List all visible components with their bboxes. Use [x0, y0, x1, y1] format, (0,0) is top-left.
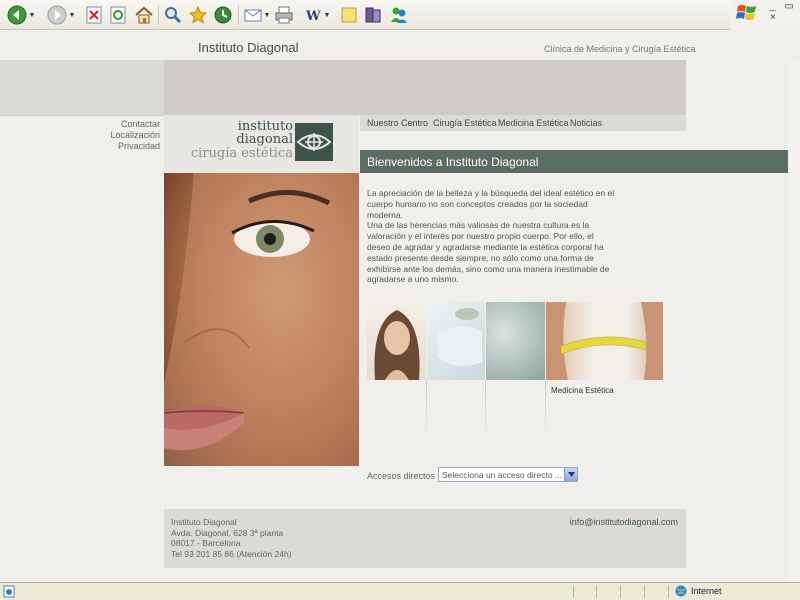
discuss-button[interactable]	[338, 4, 360, 26]
main-nav: Nuestro Centro Cirugía Estética Medicina…	[360, 115, 686, 131]
home-icon	[135, 6, 153, 24]
history-button[interactable]	[212, 4, 234, 26]
footer: Instituto Diagonal Avda. Diagonal, 628 3…	[164, 509, 686, 568]
status-divider	[668, 585, 669, 598]
chevron-down-icon: ▼	[263, 11, 271, 19]
print-icon	[275, 6, 293, 24]
mail-icon	[244, 9, 262, 22]
svg-text:W: W	[305, 9, 321, 23]
thumb-portrait[interactable]	[367, 302, 426, 380]
windows-logo-icon	[736, 5, 756, 20]
footer-email-link[interactable]: info@institutodiagonal.com	[570, 517, 678, 527]
chevron-down-icon: ▼	[28, 11, 36, 19]
logo-line-3: cirugía estética	[190, 146, 293, 161]
section-thumbnails: Medicina Estética	[367, 302, 663, 447]
refresh-button[interactable]	[108, 4, 128, 26]
security-zone-label: Internet	[691, 586, 722, 596]
link-contactar[interactable]: Contactar	[0, 119, 160, 130]
messenger-icon	[391, 7, 407, 23]
chevron-down-icon[interactable]	[564, 468, 577, 481]
footer-line: 08017 - Barcelona	[171, 538, 241, 549]
chevron-down-icon: ▼	[323, 11, 331, 19]
footer-line: Tel 93 201 85 86 (Atención 24h)	[171, 548, 292, 559]
thumb-caption: Medicina Estética	[551, 386, 614, 395]
browser-toolbar: ▼ ▼ ▼ W ▼	[0, 0, 800, 30]
eye-logo-icon	[295, 123, 333, 161]
thumb-clinic[interactable]	[486, 302, 545, 380]
site-tagline: Clínica de Medicina y Cirugía Estética	[544, 44, 696, 54]
forward-icon	[47, 5, 67, 25]
security-zone: Internet	[675, 585, 722, 597]
page-icon	[3, 585, 15, 598]
intro-paragraph-2: Una de las herencias más valiosas de nue…	[367, 220, 610, 285]
logo-line-2: diagonal	[236, 132, 293, 147]
welcome-bar: Bienvenidos a Instituto Diagonal	[360, 150, 789, 173]
web-page: Instituto Diagonal Clínica de Medicina y…	[0, 31, 800, 581]
scrollbar[interactable]	[788, 62, 800, 581]
intro-text: La apreciación de la belleza y la búsque…	[367, 188, 617, 285]
back-icon	[7, 5, 27, 25]
nav-medicina-estetica[interactable]: Medicina Estética	[498, 118, 569, 128]
toolbar-separator	[158, 5, 159, 25]
status-divider	[620, 585, 621, 598]
window-controls[interactable]: _ ▭ ×	[770, 1, 800, 23]
thumb-divider	[485, 380, 486, 445]
research-button[interactable]	[362, 4, 384, 26]
chevron-down-icon: ▼	[68, 11, 76, 19]
thumb-divider	[545, 380, 546, 445]
nav-nuestro-centro[interactable]: Nuestro Centro	[367, 118, 428, 128]
thumb-medicina-estetica[interactable]	[546, 302, 663, 380]
quick-access-select[interactable]: Selecciona un acceso directo ...	[438, 467, 578, 482]
stop-icon	[86, 6, 102, 24]
left-strip	[0, 115, 164, 116]
status-divider	[573, 585, 574, 598]
edit-icon: W	[305, 9, 321, 23]
search-icon	[165, 7, 182, 24]
link-localizacion[interactable]: Localización	[0, 130, 160, 141]
back-button[interactable]: ▼	[6, 4, 36, 26]
favorites-icon	[189, 6, 207, 24]
home-button[interactable]	[132, 4, 156, 26]
research-icon	[365, 7, 381, 23]
site-logo[interactable]: instituto diagonal cirugía estética	[164, 115, 359, 173]
print-button[interactable]	[273, 4, 295, 26]
utility-links: Contactar Localización Privacidad	[0, 119, 160, 152]
window-titlebar-corner: _ ▭ ×	[730, 0, 800, 30]
forward-button[interactable]: ▼	[46, 4, 76, 26]
welcome-title: Bienvenidos a Instituto Diagonal	[367, 155, 539, 169]
nav-cirugia-estetica[interactable]: Cirugía Estética	[433, 118, 497, 128]
site-title: Instituto Diagonal	[198, 40, 299, 55]
refresh-icon	[110, 6, 126, 24]
quick-access-value: Selecciona un acceso directo ...	[442, 470, 563, 480]
intro-paragraph-1: La apreciación de la belleza y la búsque…	[367, 188, 615, 220]
header-band-dark	[164, 60, 686, 115]
discuss-icon	[341, 7, 357, 23]
status-bar: Internet	[0, 582, 800, 600]
hero-face-photo	[164, 173, 359, 466]
link-privacidad[interactable]: Privacidad	[0, 141, 160, 152]
mail-button[interactable]: ▼	[243, 4, 271, 26]
quick-access-label: Accesos directos	[367, 471, 436, 481]
thumb-divider	[426, 380, 427, 445]
search-button[interactable]	[162, 4, 184, 26]
messenger-button[interactable]	[388, 4, 410, 26]
footer-line: Instituto Diagonal	[171, 517, 237, 527]
status-divider	[644, 585, 645, 598]
footer-line: Avda. Diagonal, 628 3ª planta	[171, 527, 284, 538]
status-divider	[596, 585, 597, 598]
edit-button[interactable]: W ▼	[302, 4, 332, 26]
nav-noticias[interactable]: Noticias	[570, 118, 602, 128]
globe-icon	[675, 585, 687, 597]
favorites-button[interactable]	[187, 4, 209, 26]
history-icon	[214, 6, 232, 24]
toolbar-separator	[238, 5, 239, 25]
stop-button[interactable]	[84, 4, 104, 26]
footer-address: Instituto Diagonal Avda. Diagonal, 628 3…	[171, 517, 292, 559]
thumb-surgeon[interactable]	[427, 302, 485, 380]
